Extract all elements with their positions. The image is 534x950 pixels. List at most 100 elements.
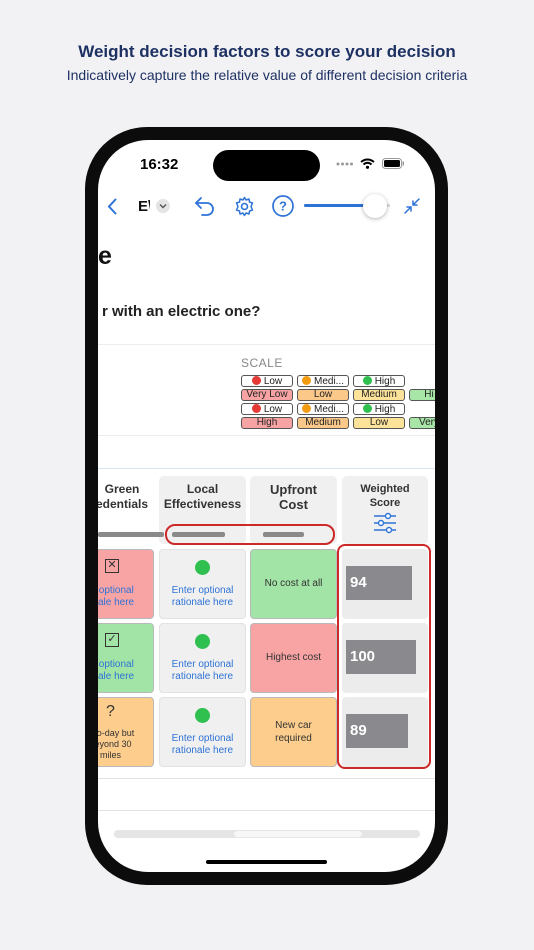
status-time: 16:32 xyxy=(140,156,179,173)
column-header-weighted-score[interactable]: Weighted Score xyxy=(342,476,428,544)
scale-pill-label: Hi xyxy=(424,389,434,400)
scale-pill: Very xyxy=(409,417,435,429)
scale-pill: High xyxy=(353,375,405,387)
svg-text:?: ? xyxy=(279,199,287,214)
scale-pill-label: Medi... xyxy=(313,376,344,387)
scale-dot-icon xyxy=(301,404,311,413)
column-label-2: Cost xyxy=(279,497,308,512)
rationale-input: rationale here xyxy=(171,671,234,682)
scale-dot-icon xyxy=(251,404,261,413)
scale-pill: Medium xyxy=(297,417,349,429)
rationale-input: Enter optional xyxy=(171,659,234,670)
cell-local-effectiveness-2[interactable]: Enter optional rationale here xyxy=(159,623,246,693)
undo-icon xyxy=(194,197,214,216)
cell-text-1: er optional xyxy=(98,659,134,670)
scale-pill: Medi... xyxy=(297,403,349,415)
scale-pill-label: Medi... xyxy=(313,404,344,415)
cell-upfront-cost-3[interactable]: New car required xyxy=(250,697,337,767)
scale-pill: Low xyxy=(241,403,293,415)
footer-divider xyxy=(98,810,435,811)
wifi-icon xyxy=(360,158,375,169)
cross-box-icon: ✕ xyxy=(105,559,119,573)
help-icon: ? xyxy=(272,195,294,217)
cell-text-1: er optional xyxy=(98,585,134,596)
scale-pill-label: Low xyxy=(369,417,389,428)
promo-subtitle: Indicatively capture the relative value … xyxy=(66,67,468,83)
scale-pill-label: High xyxy=(256,417,278,428)
scale-pill-label: High xyxy=(374,404,396,415)
cell-text-1: New car xyxy=(275,720,312,731)
collapse-arrows-icon xyxy=(404,198,420,214)
scale-pill: Low xyxy=(297,389,349,401)
column-label-2: Score xyxy=(369,497,401,509)
scale-legend: SCALE Low Medi... High Very Low Low Medium Hi L… xyxy=(98,344,435,436)
scale-dot-icon xyxy=(362,376,372,385)
scrollbar-thumb[interactable] xyxy=(234,831,362,837)
scale-dot-icon xyxy=(251,376,261,385)
status-icons xyxy=(336,158,405,169)
table-bottom-divider xyxy=(98,778,435,779)
dynamic-island xyxy=(213,150,320,181)
cell-upfront-cost-2[interactable]: Highest cost xyxy=(250,623,337,693)
cell-text-2: required xyxy=(275,733,312,744)
column-label-1: Upfront xyxy=(270,482,317,497)
scale-pill-label: Very Low xyxy=(246,389,288,400)
weight-bar-green-credentials[interactable] xyxy=(98,532,164,537)
scale-pill: Medi... xyxy=(297,375,349,387)
cell-green-credentials-2[interactable]: ✓ er optional onale here xyxy=(98,623,154,693)
gear-icon xyxy=(235,196,253,216)
cell-text-2: onale here xyxy=(98,597,135,608)
promo-title: Weight decision factors to score your de… xyxy=(78,42,456,61)
zoom-slider[interactable] xyxy=(304,192,390,220)
cell-text-2: onale here xyxy=(98,671,135,682)
table-divider xyxy=(98,468,435,469)
scale-pill: Hi xyxy=(409,389,435,401)
cell-text-3: miles xyxy=(99,750,121,760)
rationale-input: Enter optional xyxy=(171,585,234,596)
cell-green-credentials-1[interactable]: ✕ er optional onale here xyxy=(98,549,154,619)
scale-label: SCALE xyxy=(241,356,283,370)
collapse-button[interactable] xyxy=(400,192,424,220)
status-dot-icon xyxy=(195,708,210,723)
chevron-left-icon xyxy=(107,198,117,214)
home-indicator xyxy=(206,860,327,864)
scale-pill-label: High xyxy=(374,376,396,387)
cell-green-credentials-3[interactable]: ? y-to-day but beyond 30 miles xyxy=(98,697,154,767)
rationale-input: rationale here xyxy=(171,745,234,756)
scale-pill-label: Low xyxy=(313,389,333,400)
phone-screen: 16:32 E\ ? e xyxy=(98,140,435,872)
scale-pill: Medium xyxy=(353,389,405,401)
rationale-input: Enter optional xyxy=(171,733,234,744)
settings-button[interactable] xyxy=(232,192,256,220)
back-button[interactable] xyxy=(102,192,122,220)
battery-icon xyxy=(382,158,404,169)
scale-pill-label: Medium xyxy=(305,417,341,428)
status-dot-icon xyxy=(195,634,210,649)
weights-highlight xyxy=(165,524,335,545)
scale-pill-label: Low xyxy=(263,404,283,415)
decision-question: r with an electric one? xyxy=(102,303,261,320)
chevron-down-icon xyxy=(156,199,170,213)
cell-local-effectiveness-1[interactable]: Enter optional rationale here xyxy=(159,549,246,619)
score-highlight xyxy=(337,544,431,769)
cell-text-2: beyond 30 xyxy=(98,739,132,749)
column-label-1: Green xyxy=(104,482,140,496)
toolbar: E\ ? xyxy=(98,192,435,222)
column-label-1: Weighted xyxy=(360,483,410,495)
scale-pill-label: Medium xyxy=(361,389,397,400)
undo-button[interactable] xyxy=(193,192,217,220)
column-label-1: Local xyxy=(186,482,219,496)
rationale-input: rationale here xyxy=(171,597,234,608)
scale-pill-label: Low xyxy=(263,376,283,387)
cell-upfront-cost-1[interactable]: No cost at all xyxy=(250,549,337,619)
document-menu[interactable]: E\ xyxy=(138,192,174,220)
help-button[interactable]: ? xyxy=(271,192,295,220)
question-mark-icon: ? xyxy=(106,703,115,720)
scale-pill: High xyxy=(353,403,405,415)
horizontal-scrollbar[interactable] xyxy=(114,830,420,838)
signal-icon xyxy=(336,162,353,165)
page-title: e xyxy=(98,242,112,270)
slider-thumb[interactable] xyxy=(363,194,388,218)
scale-pill: Low xyxy=(241,375,293,387)
cell-local-effectiveness-3[interactable]: Enter optional rationale here xyxy=(159,697,246,767)
